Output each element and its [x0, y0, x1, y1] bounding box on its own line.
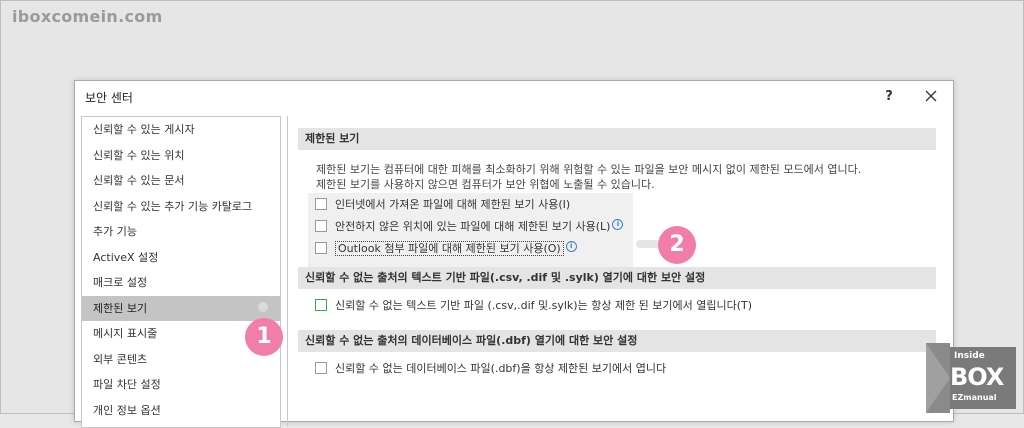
option-label: 신뢰할 수 없는 데이터베이스 파일(.dbf)을 항상 제한된 보기에서 엽니… — [335, 362, 667, 375]
pointer-dot-1 — [258, 302, 268, 312]
description-line: 제한된 보기를 사용하지 않으면 컴퓨터가 보안 위협에 노출될 수 있습니다. — [316, 178, 655, 191]
sidebar-item-trusted-publishers[interactable]: 신뢰할 수 있는 게시자 — [82, 117, 280, 143]
logo-text-inside: Inside — [954, 351, 985, 361]
sidebar-item-trusted-documents[interactable]: 신뢰할 수 있는 문서 — [82, 168, 280, 194]
step-badge-2: 2 — [658, 226, 696, 264]
checkbox[interactable] — [315, 362, 327, 374]
dialog-title: 보안 센터 — [85, 91, 133, 105]
checkbox[interactable] — [315, 220, 327, 232]
option-label: Outlook 첨부 파일에 대해 제한된 보기 사용(O) — [335, 241, 564, 256]
sidebar-item-activex[interactable]: ActiveX 설정 — [82, 245, 280, 271]
pointer-tail-2 — [636, 240, 660, 248]
option-internet-files[interactable]: 인터넷에서 가져온 파일에 대해 제한된 보기 사용(I) — [315, 196, 570, 214]
info-icon[interactable]: i — [612, 218, 624, 230]
checkbox[interactable] — [315, 242, 327, 254]
settings-panel: 제한된 보기 제한된 보기는 컴퓨터에 대한 피해를 최소화하기 위해 위험할 … — [287, 116, 954, 426]
option-database-files[interactable]: 신뢰할 수 없는 데이터베이스 파일(.dbf)을 항상 제한된 보기에서 엽니… — [315, 360, 666, 378]
insidebox-logo: Inside BOX EZmanual — [920, 343, 1020, 413]
close-button[interactable] — [919, 86, 943, 108]
option-text-files[interactable]: 신뢰할 수 없는 텍스트 기반 파일 (.csv,.dif 및.sylk)는 항… — [315, 297, 752, 315]
logo-text-box: BOX — [950, 363, 1004, 391]
category-sidebar: 신뢰할 수 있는 게시자 신뢰할 수 있는 위치 신뢰할 수 있는 문서 신뢰할… — [81, 116, 281, 428]
checkbox[interactable] — [315, 198, 327, 210]
description-line: 제한된 보기는 컴퓨터에 대한 피해를 최소화하기 위해 위험할 수 있는 파일… — [316, 163, 862, 176]
logo-text-ezmanual: EZmanual — [952, 393, 997, 402]
option-label: 인터넷에서 가져온 파일에 대해 제한된 보기 사용(I) — [335, 198, 571, 211]
info-icon[interactable]: i — [565, 240, 577, 252]
sidebar-item-file-block[interactable]: 파일 차단 설정 — [82, 372, 280, 398]
option-outlook-attachments[interactable]: Outlook 첨부 파일에 대해 제한된 보기 사용(O) i — [315, 240, 577, 258]
sidebar-item-macro[interactable]: 매크로 설정 — [82, 270, 280, 296]
step-badge-1: 1 — [245, 318, 283, 356]
sidebar-item-addins[interactable]: 추가 기능 — [82, 219, 280, 245]
title-bar: 보안 센터 ? — [75, 81, 953, 113]
option-unsafe-locations[interactable]: 안전하지 않은 위치에 있는 파일에 대해 제한된 보기 사용(L) i — [315, 218, 624, 236]
sidebar-item-privacy[interactable]: 개인 정보 옵션 — [82, 398, 280, 424]
protected-view-heading: 제한된 보기 — [298, 128, 936, 150]
watermark: iboxcomein.com — [12, 7, 163, 26]
sidebar-item-trusted-locations[interactable]: 신뢰할 수 있는 위치 — [82, 143, 280, 169]
sidebar-item-addin-catalogs[interactable]: 신뢰할 수 있는 추가 기능 카탈로그 — [82, 194, 280, 220]
database-files-heading: 신뢰할 수 없는 출처의 데이터베이스 파일(.dbf) 열기에 대한 보안 설… — [298, 330, 936, 352]
option-label: 신뢰할 수 없는 텍스트 기반 파일 (.csv,.dif 및.sylk)는 항… — [335, 299, 753, 312]
option-label: 안전하지 않은 위치에 있는 파일에 대해 제한된 보기 사용(L) — [335, 220, 611, 233]
close-icon — [925, 90, 937, 102]
trust-center-dialog: 보안 센터 ? 신뢰할 수 있는 게시자 신뢰할 수 있는 위치 신뢰할 수 있… — [74, 80, 954, 428]
checkbox[interactable] — [315, 299, 327, 311]
protected-view-description: 제한된 보기는 컴퓨터에 대한 피해를 최소화하기 위해 위험할 수 있는 파일… — [316, 162, 936, 192]
sidebar-item-protected-view[interactable]: 제한된 보기 — [82, 295, 280, 321]
help-button[interactable]: ? — [878, 86, 900, 108]
text-files-heading: 신뢰할 수 없는 출처의 텍스트 기반 파일(.csv, .dif 및 .syl… — [298, 267, 936, 289]
